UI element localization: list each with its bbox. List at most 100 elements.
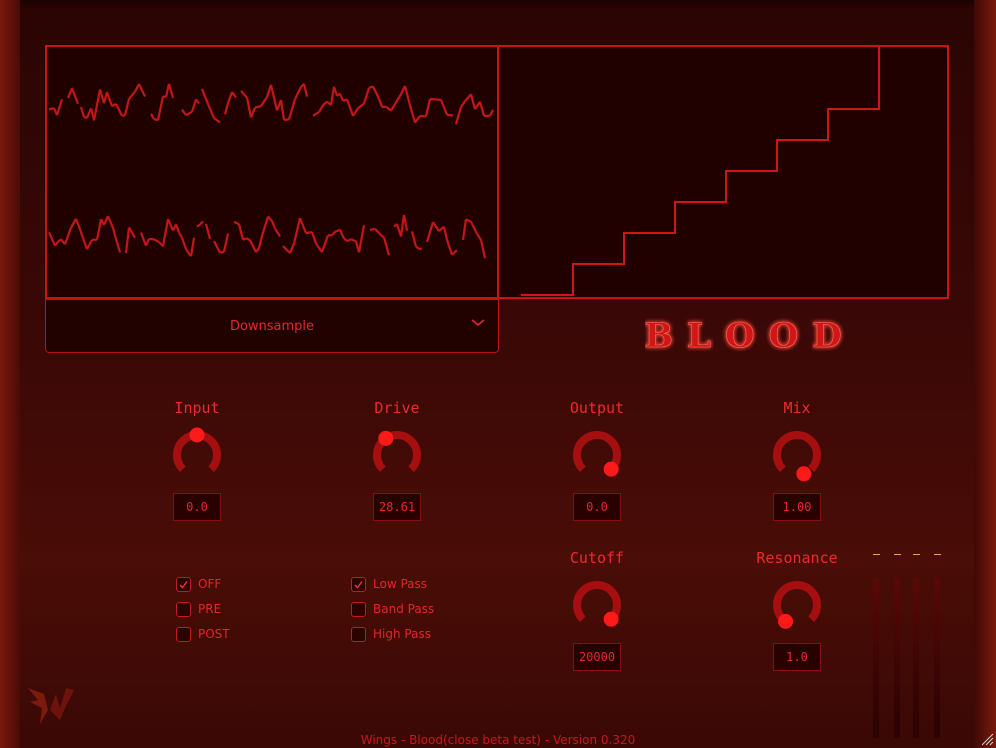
drive-knob[interactable] (369, 427, 425, 483)
output-knob[interactable] (569, 427, 625, 483)
waveform-segment (410, 231, 418, 247)
blood-logo: BLOOD (645, 316, 842, 357)
waveform-segment (310, 231, 318, 244)
waveform-segment (150, 113, 155, 120)
waveform-segment (476, 233, 482, 241)
waveform-segment (334, 228, 341, 233)
filter-position-off-checkbox[interactable]: OFF (176, 575, 221, 593)
filter-position-post-checkbox[interactable]: POST (176, 625, 230, 643)
filter-position-pre-label: PRE (198, 602, 222, 616)
input-meter-left (873, 578, 879, 738)
waveform-segment (128, 227, 136, 239)
knob-ring (773, 581, 821, 622)
waveform-segment (445, 239, 454, 256)
filter-position-pre-checkbox[interactable]: PRE (176, 600, 221, 618)
waveform-segment (479, 239, 487, 259)
waveform-segment (226, 91, 234, 104)
waveform-segment (302, 83, 309, 97)
resonance-knob[interactable] (769, 577, 825, 633)
input-knob[interactable] (169, 427, 225, 483)
meter-peak-cap (873, 554, 880, 555)
waveform-segment (369, 227, 376, 232)
waveform-segment (269, 84, 279, 111)
waveform-segment (451, 249, 458, 256)
waveform-segment (346, 238, 352, 243)
filter-type-band-pass-checkbox[interactable]: Band Pass (351, 600, 434, 618)
waveform-segment (454, 106, 463, 125)
waveform-segment (79, 106, 86, 118)
chevron-down-icon (471, 319, 485, 327)
waveform-segment (204, 223, 212, 240)
waveform-segment (213, 240, 221, 254)
resonance-value-field[interactable]: 1.0 (773, 643, 821, 671)
waveform-segment (156, 96, 165, 121)
resize-grip-icon[interactable] (980, 732, 994, 746)
waveform-segment (199, 220, 204, 226)
waveform-segment (374, 228, 382, 236)
waveform-segment (350, 238, 357, 243)
waveform-segment (320, 234, 330, 253)
waveform-segment (470, 221, 478, 235)
waveform-segment (115, 103, 123, 117)
waveform-segment (231, 91, 237, 99)
dropdown-selected-value: Downsample (229, 319, 315, 334)
cutoff-knob[interactable] (569, 577, 625, 633)
cutoff-value-field[interactable]: 20000 (573, 643, 621, 671)
waveform-segment (283, 118, 290, 122)
waveform-segment (377, 98, 384, 108)
waveform-segment (432, 221, 440, 232)
waveform-segment (442, 226, 449, 241)
footer-version-text: Wings - Blood(close beta test) - Version… (360, 733, 636, 747)
waveform-segment (237, 223, 245, 241)
waveform-segment (249, 107, 257, 118)
waveform-segment (233, 220, 240, 226)
knob-indicator (603, 461, 619, 477)
waveform-segment (464, 93, 472, 102)
waveform-segment (47, 231, 57, 247)
waveform-segment (424, 98, 432, 117)
filter-type-high-pass-checkbox[interactable]: High Pass (351, 625, 431, 643)
cutoff-label: Cutoff (569, 549, 625, 567)
distortion-mode-dropdown[interactable]: Downsample (45, 299, 499, 353)
waveform-segment (403, 85, 413, 110)
waveform-segment (245, 237, 251, 242)
waveform-segment (196, 223, 201, 228)
filter-type-low-pass-checkbox[interactable]: Low Pass (351, 575, 427, 593)
meter-peak-cap (934, 554, 941, 555)
waveform-segment (245, 97, 253, 118)
waveform-segment (390, 103, 396, 112)
mix-knob[interactable] (769, 427, 825, 483)
waveform-segment (331, 231, 336, 237)
checkbox-box (351, 626, 366, 642)
waveform-segment (70, 87, 80, 105)
waveform-segment (338, 93, 345, 102)
waveform-segment (274, 227, 281, 238)
waveform-segment (213, 117, 221, 124)
drive-value-field[interactable]: 28.61 (373, 493, 421, 521)
input-value-field[interactable]: 0.0 (173, 493, 221, 521)
output-value-field[interactable]: 0.0 (573, 493, 621, 521)
waveform-segment (114, 238, 122, 253)
waveform-display (45, 45, 499, 299)
waveform-segment (382, 237, 391, 256)
window-top-edge (20, 0, 974, 8)
checkbox-box (176, 601, 191, 617)
drive-label: Drive (374, 399, 420, 417)
waveform-segment (439, 99, 449, 116)
waveform-segment (128, 90, 136, 100)
waveform-segment (260, 96, 268, 107)
window-left-frame (0, 0, 20, 748)
waveform-segment (270, 220, 277, 229)
waveform-segment (106, 215, 115, 229)
waveform-segment (402, 214, 409, 231)
waveform-segment (254, 105, 262, 109)
transfer-curve-display (497, 45, 949, 299)
mix-value-field[interactable]: 1.00 (773, 493, 821, 521)
waveform-segment (223, 102, 230, 115)
waveform-segment (219, 250, 225, 254)
waveform-segment (222, 233, 230, 253)
waveform-segment (167, 83, 175, 99)
waveform-segment (372, 85, 380, 100)
waveform-segment (257, 235, 264, 249)
waveform-segment (343, 237, 348, 242)
